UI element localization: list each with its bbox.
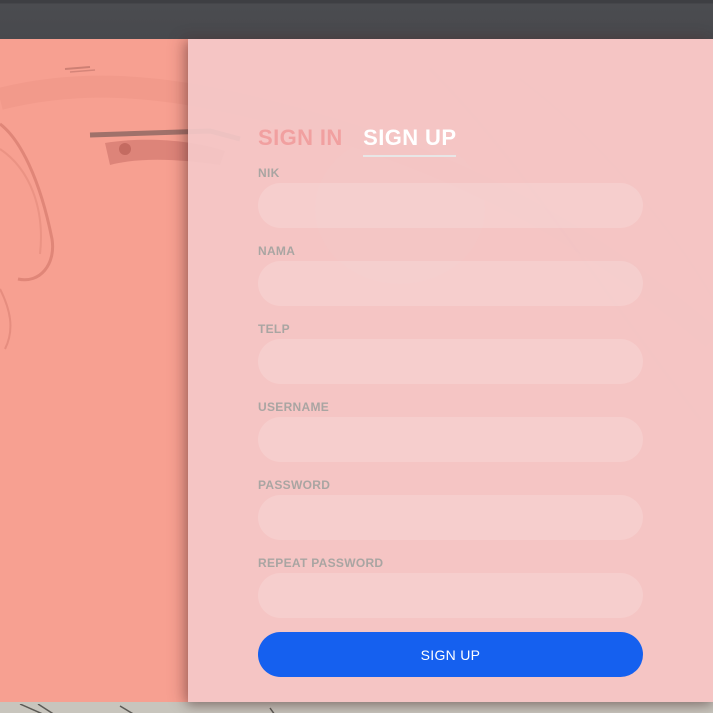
nama-field-group: NAMA [258,244,643,306]
username-label: USERNAME [258,400,330,414]
username-field-group: USERNAME [258,400,643,462]
nik-label: NIK [258,166,280,180]
password-field-group: PASSWORD [258,478,643,540]
repeat-password-label: REPEAT PASSWORD [258,556,384,570]
username-input[interactable] [258,417,643,462]
tab-sign-in[interactable]: SIGN IN [258,125,343,155]
telp-field-group: TELP [258,322,643,384]
grass-lines-decoration [19,703,275,713]
nik-input[interactable] [258,183,643,228]
repeat-password-input[interactable] [258,573,643,618]
repeat-password-field-group: REPEAT PASSWORD [258,556,643,618]
signup-form-panel: SIGN IN SIGN UP NIK NAMA TELP USERNAME P… [188,39,713,702]
telp-input[interactable] [258,339,643,384]
nik-field-group: NIK [258,166,643,228]
auth-tabs: SIGN IN SIGN UP [258,125,472,157]
nama-label: NAMA [258,244,296,258]
sign-up-button[interactable]: SIGN UP [258,632,643,677]
password-label: PASSWORD [258,478,331,492]
password-input[interactable] [258,495,643,540]
nama-input[interactable] [258,261,643,306]
tab-sign-up[interactable]: SIGN UP [363,125,457,157]
telp-label: TELP [258,322,290,336]
background-bottom-strip [0,702,713,713]
browser-top-bar [0,0,713,39]
